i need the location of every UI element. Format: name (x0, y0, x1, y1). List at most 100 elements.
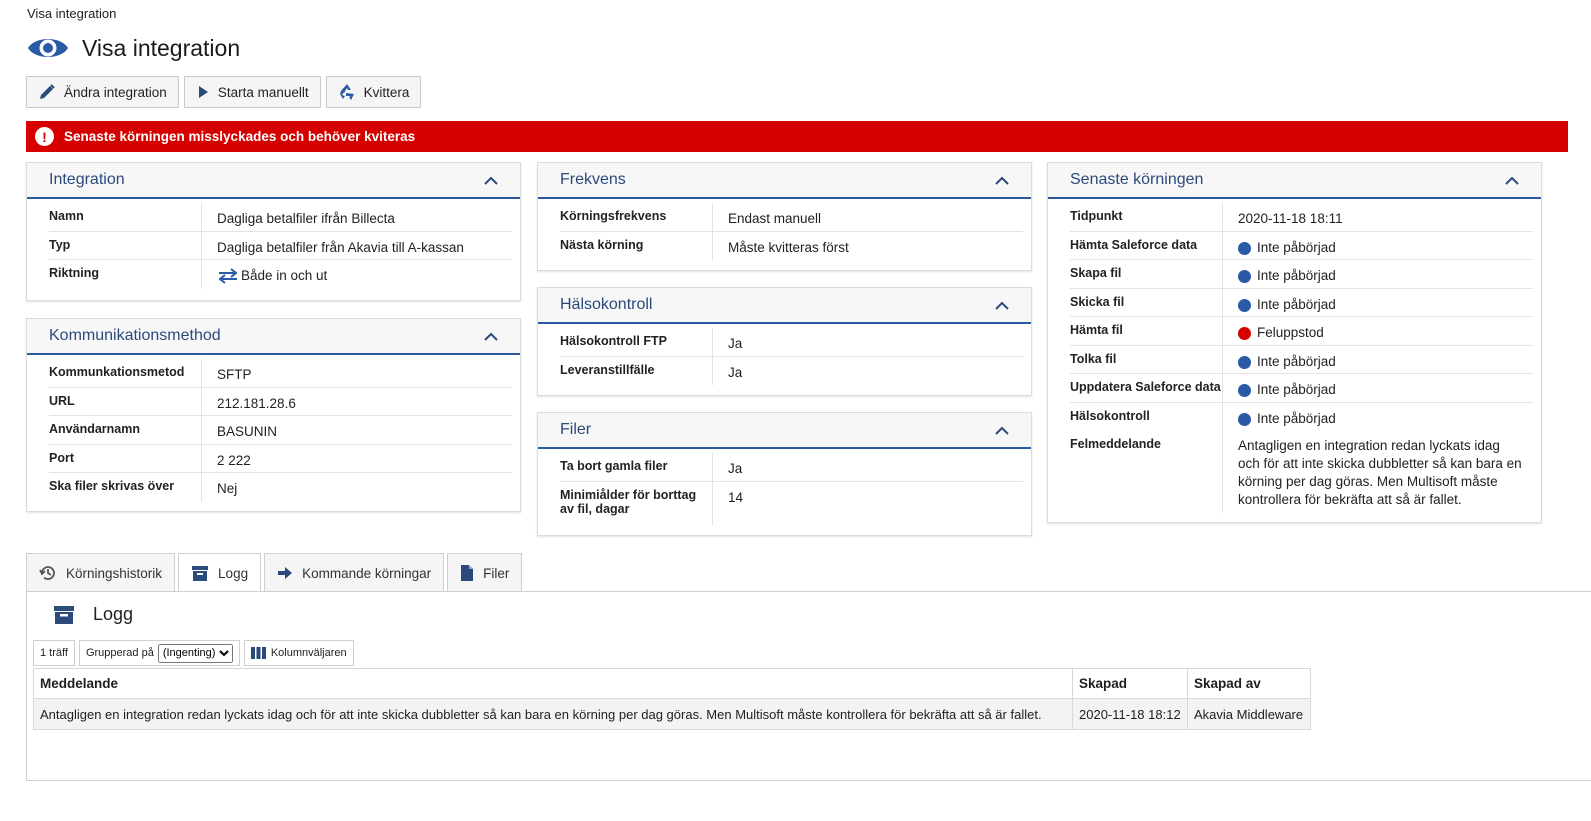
log-title: Logg (93, 604, 134, 624)
frequency-panel: Frekvens Körningsfrekvens Endast manuell… (537, 162, 1032, 271)
cell-created-by: Akavia Middleware (1187, 698, 1311, 730)
columns-icon (250, 647, 266, 659)
kv-key: Skapa fil (1070, 260, 1223, 288)
status-step-row: Uppdatera Saleforce data Inte påbörjad (1070, 374, 1533, 403)
kv-value: SFTP (217, 367, 252, 382)
status-step-row: Hämta Saleforce data Inte påbörjad (1070, 231, 1533, 260)
kv-key: Felmeddelande (1070, 431, 1223, 513)
frequency-panel-header[interactable]: Frekvens (538, 163, 1031, 199)
file-icon (461, 565, 474, 581)
hit-count: 1 träff (33, 640, 75, 666)
chevron-up-icon[interactable] (1505, 176, 1519, 185)
page-title: Visa integration (82, 34, 241, 61)
recycle-icon (339, 84, 354, 100)
kv-key: Hämta Saleforce data (1070, 231, 1223, 259)
start-manually-button[interactable]: Starta manuellt (183, 76, 321, 108)
kv-key: Hälsokontroll FTP (560, 328, 713, 356)
acknowledge-button[interactable]: Kvittera (325, 76, 422, 108)
play-icon (198, 86, 208, 98)
column-header-created-by[interactable]: Skapad av (1187, 668, 1311, 699)
panel-title: Filer (560, 421, 592, 438)
tab-upcoming-runs[interactable]: Kommande körningar (264, 553, 445, 592)
column-header-message[interactable]: Meddelande (33, 668, 1073, 699)
chevron-up-icon[interactable] (995, 301, 1009, 310)
group-by-label: Grupperad på (85, 647, 154, 659)
files-panel-header[interactable]: Filer (538, 413, 1031, 449)
kv-row: Namn Dagliga betalfiler ifrån Billecta (49, 203, 512, 232)
kv-key: Leveranstillfälle (560, 356, 713, 385)
log-tab-panel: Logg 1 träff Grupperad på (Ingenting) Ko… (26, 591, 1591, 781)
kv-row: Typ Dagliga betalfiler från Akavia till … (49, 231, 512, 260)
status-text: Inte påbörjad (1257, 382, 1336, 397)
error-alert: ! Senaste körningen misslyckades och beh… (26, 121, 1568, 152)
kv-key: Skicka fil (1070, 288, 1223, 316)
communication-panel-header[interactable]: Kommunikationsmethod (27, 319, 520, 355)
kv-row: Ska filer skrivas över Nej (49, 473, 512, 502)
kv-value: Inte påbörjad (1223, 260, 1336, 288)
tab-label: Filer (483, 565, 510, 581)
status-text: Inte påbörjad (1257, 296, 1336, 312)
kv-row: Nästa körning Måste kvitteras först (560, 231, 1023, 260)
kv-value: BASUNIN (217, 424, 278, 439)
chevron-up-icon[interactable] (484, 332, 498, 341)
page-header: Visa integration (27, 30, 240, 66)
table-row[interactable]: Antagligen en integration redan lyckats … (33, 698, 1311, 730)
kv-value: Dagliga betalfiler ifrån Billecta (217, 211, 395, 226)
column-chooser-label: Kolumnväljaren (270, 647, 347, 659)
integration-panel-header[interactable]: Integration (27, 163, 520, 199)
archive-icon (54, 605, 74, 624)
kv-row: Användarnamn BASUNIN (49, 416, 512, 445)
tab-log[interactable]: Logg (178, 553, 262, 593)
kv-row: Riktning Både in och ut (49, 260, 512, 289)
kv-value: 2 222 (217, 452, 251, 468)
kv-key: Hämta fil (1070, 317, 1223, 345)
kv-key: Port (49, 444, 202, 472)
kv-value: 14 (728, 489, 744, 505)
kv-value: Inte påbörjad (1223, 403, 1336, 432)
arrow-right-icon (278, 567, 293, 579)
edit-integration-label: Ändra integration (64, 84, 167, 100)
files-panel: Filer Ta bort gamla filer Ja Minimiålder… (537, 412, 1032, 536)
exclamation-icon: ! (35, 127, 54, 146)
panel-title: Integration (49, 171, 125, 188)
chevron-up-icon[interactable] (995, 426, 1009, 435)
tab-label: Körningshistorik (66, 565, 163, 581)
kv-row: Ta bort gamla filer Ja (560, 453, 1023, 482)
chevron-up-icon[interactable] (995, 176, 1009, 185)
group-by: Grupperad på (Ingenting) (78, 640, 240, 666)
tab-run-history[interactable]: Körningshistorik (26, 553, 176, 592)
kv-key: Typ (49, 231, 202, 259)
communication-panel: Kommunikationsmethod Kommunkationsmetod … (26, 318, 521, 512)
health-panel-header[interactable]: Hälsokontroll (538, 288, 1031, 324)
last-run-panel-header[interactable]: Senaste körningen (1048, 163, 1541, 199)
column-chooser-button[interactable]: Kolumnväljaren (243, 640, 354, 666)
kv-value: Måste kvitteras först (728, 239, 849, 255)
kv-row: Kommunkationsmetod SFTP (49, 359, 512, 388)
tab-label: Kommande körningar (302, 565, 432, 581)
panel-title: Frekvens (560, 171, 626, 188)
direction-text: Både in och ut (241, 268, 328, 283)
kv-key: Riktning (49, 260, 202, 289)
history-icon (39, 566, 55, 580)
chevron-up-icon[interactable] (484, 176, 498, 185)
tab-files[interactable]: Filer (447, 553, 523, 592)
kv-value: Ja (728, 336, 743, 351)
column-header-created[interactable]: Skapad (1072, 668, 1188, 699)
kv-key: Ta bort gamla filer (560, 453, 713, 481)
status-text: Inte påbörjad (1257, 353, 1336, 369)
kv-key: Namn (49, 203, 202, 231)
panel-title: Kommunikationsmethod (49, 327, 221, 344)
status-text: Inte påbörjad (1257, 239, 1336, 255)
arrows-both-icon (218, 268, 238, 284)
status-step-row: Hämta fil Feluppstod (1070, 317, 1533, 346)
kv-row: Minimiålder för borttag av fil, dagar 14 (560, 481, 1023, 526)
status-dot-icon (1238, 270, 1251, 283)
edit-integration-button[interactable]: Ändra integration (26, 76, 179, 108)
kv-row: Hälsokontroll FTP Ja (560, 328, 1023, 357)
tab-label: Logg (218, 566, 249, 581)
kv-row: Körningsfrekvens Endast manuell (560, 203, 1023, 232)
status-dot-icon (1238, 384, 1251, 397)
archive-icon (192, 566, 209, 581)
group-by-select[interactable]: (Ingenting) (157, 643, 233, 663)
kv-key: Användarnamn (49, 416, 202, 444)
